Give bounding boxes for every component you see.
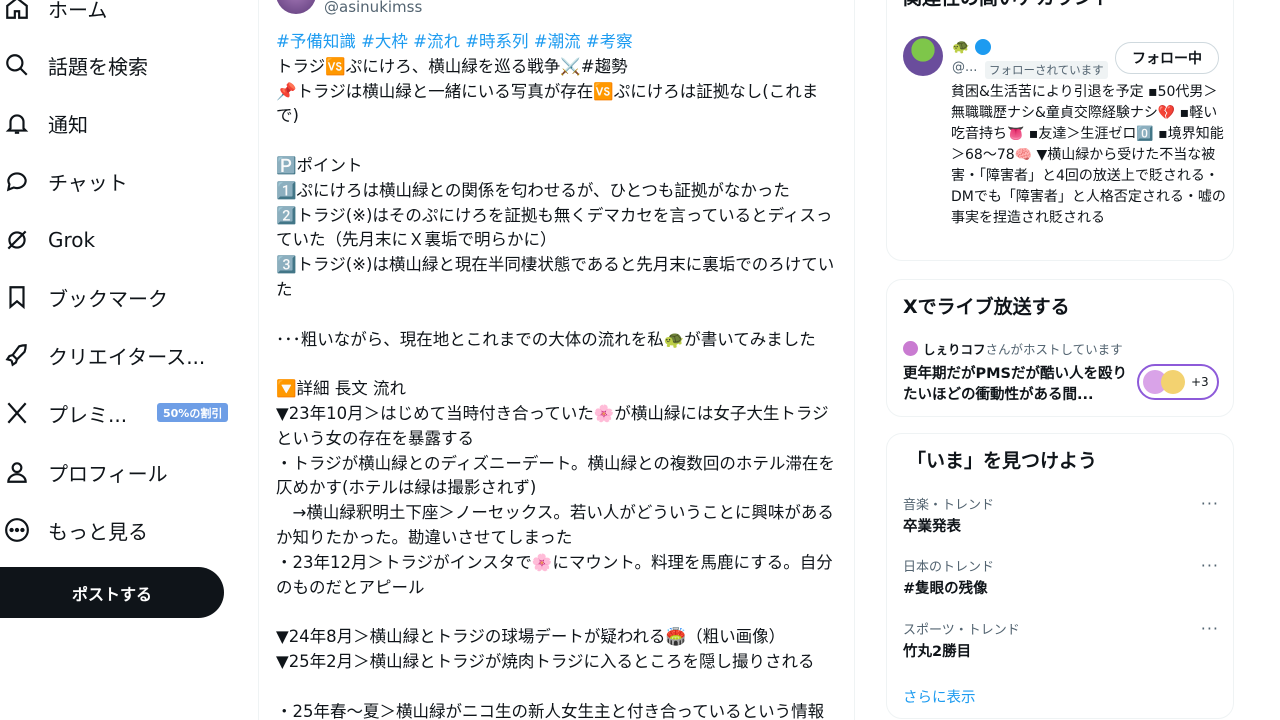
live-broadcast-title: Xでライブ放送する [903,296,1070,318]
live-space-description[interactable]: 更年期だがPMSだが酷い人を殴りたいほどの衝動性がある間... [903,364,1133,406]
home-icon [0,0,34,25]
trend-name: #隻眼の残像 [903,581,988,597]
post-line: 🅿️ポイント [276,155,363,175]
post-hashtags[interactable]: #予備知識 #大枠 #流れ #時系列 #潮流 #考察 [276,30,841,55]
nav-creator-studio-label: クリエイタース... [48,344,206,369]
nav-more-label: もっと見る [48,519,148,544]
bookmark-icon [0,280,34,314]
live-listeners-pill[interactable]: +3 [1137,364,1219,400]
x-logo-icon [0,396,34,430]
host-avatar [903,341,918,356]
related-accounts-title: 関連性の高いアカウント [903,0,1112,10]
search-icon [0,48,34,82]
show-more-link[interactable]: さらに表示 [903,686,976,707]
bell-icon [0,106,34,140]
nav-more[interactable]: もっと見る [0,506,148,554]
chat-icon [0,164,34,198]
listener-avatar [1161,370,1185,394]
premium-discount-badge: 50%の割引 [157,403,229,422]
live-broadcast-card: Xでライブ放送する しぇりコフさんがホストしています 更年期だがPMSだが酷い人… [886,279,1234,417]
post-line [276,129,841,154]
trend-category: 音楽・トレンド [903,498,995,513]
nav-grok-label: Grok [48,228,96,252]
nav-profile-label: プロフィール [48,461,168,486]
nav-premium[interactable]: プレミ... [0,389,127,437]
post-line [276,352,841,377]
post-line: ・25年春～夏＞横山緑がニコ生の新人女生主と付き合っているという情報 [276,701,825,720]
post-line: ・トラジが横山緑とのディズニーデート。横山緑との複数回のホテル滞在を仄めかす(ホ… [276,453,835,498]
follows-you-badge: フォローされています [985,61,1108,79]
post-line: 🔽詳細 長文 流れ [276,379,407,399]
post-line: トラジ🆚ぷにけろ、横山緑を巡る戦争⚔️#趨勢 [276,56,628,76]
related-account-avatar[interactable] [903,36,943,76]
post-line [276,675,841,700]
post-line [276,600,841,625]
trend-item[interactable]: スポーツ・トレンド 竹丸2勝目 ··· [903,619,1219,661]
post-line: ･･･粗いながら、現在地とこれまでの大体の流れを私🐢が書いてみました [276,329,816,349]
nav-chat-label: チャット [48,170,128,195]
post-line: ▼24年8月＞横山緑とトラジの球場デートが疑われる🏟️（粗い画像） [276,627,786,647]
post-line: ▼23年10月＞はじめて当時付き合っていた🌸が横山緑には女子大生トラジという女の… [276,403,829,448]
trend-category: スポーツ・トレンド [903,623,1020,638]
live-host-text: しぇりコフさんがホストしています [923,339,1123,358]
related-account-bio: 貧困&生活苦により引退を予定 ▪50代男＞無職職歴ナシ&童貞交際経験ナシ💔 ▪軽… [951,84,1226,226]
post-line: 1️⃣ぷにけろは横山緑との関係を匂わせるが、ひとつも証拠がなかった [276,180,790,200]
nav-explore-label: 話題を検索 [48,54,148,79]
author-avatar[interactable] [276,0,316,14]
trend-category: 日本のトレンド [903,560,995,575]
post-line: 📌トラジは横山緑と一緒にいる写真が存在🆚ぷにけろは証拠なし(これまで) [276,81,819,126]
more-options-icon[interactable]: ··· [1201,619,1219,638]
nav-home-label: ホーム [48,0,108,22]
trend-name: 竹丸2勝目 [903,644,972,660]
whats-happening-card: 「いま」を見つけよう 音楽・トレンド 卒業発表 ··· 日本のトレンド #隻眼の… [886,433,1234,719]
trend-name: 卒業発表 [903,519,961,535]
post-line: ▼25年2月＞横山緑とトラジが焼肉トラジに入るところを隠し撮りされる [276,651,815,671]
nav-creator-studio[interactable]: クリエイタース... [0,331,205,379]
related-account-handle[interactable]: @... [952,60,977,75]
verified-badge-icon [975,39,991,55]
related-accounts-card: 関連性の高いアカウント 🐢 @... フォローされています フォロー中 貧困&生… [886,0,1234,261]
more-options-icon[interactable]: ··· [1201,556,1219,575]
nav-premium-label: プレミ... [48,402,128,427]
nav-bookmarks-label: ブックマーク [48,286,168,311]
more-circle-icon [0,513,34,547]
nav-notifications-label: 通知 [48,112,88,137]
nav-profile[interactable]: プロフィール [0,448,168,496]
trend-item[interactable]: 日本のトレンド #隻眼の残像 ··· [903,556,1219,598]
post-button[interactable]: ポストする [0,567,224,618]
post-line: ・23年12月＞トラジがインスタで🌸にマウント。料理を馬鹿にする。自分のものだと… [276,552,833,597]
following-button[interactable]: フォロー中 [1115,42,1219,74]
listener-count: +3 [1191,375,1209,389]
person-icon [0,455,34,489]
nav-chat[interactable]: チャット [0,157,128,205]
turtle-icon: 🐢 [952,39,970,55]
live-host-name: しぇりコフ [923,342,986,357]
post-line: →横山緑釈明土下座＞ノーセックス。若い人がどういうことに興味があるか知りたかった… [276,503,834,547]
nav-bookmarks[interactable]: ブックマーク [0,273,168,321]
sidebar-nav: ホーム 話題を検索 通知 チャット Grok ブックマーク クリエイタース...… [0,0,258,720]
post-body: #予備知識 #大枠 #流れ #時系列 #潮流 #考察 トラジ🆚ぷにけろ、横山緑を巡… [276,30,841,720]
post-line: 3️⃣トラジ(※)は横山緑と現在半同棲状態であると先月末に裏垢でのろけていた [276,255,835,299]
grok-icon [0,223,34,257]
nav-home[interactable]: ホーム [0,0,107,32]
nav-explore[interactable]: 話題を検索 [0,41,148,89]
rocket-icon [0,338,34,372]
author-handle[interactable]: @asinukimss [324,0,422,16]
nav-grok[interactable]: Grok [0,216,95,264]
post-line: 2️⃣トラジ(※)はそのぷにけろを証拠も無くデマカセを言っているとディスっていた… [276,205,833,250]
live-host-suffix: さんがホストしています [985,342,1123,357]
whats-happening-title: 「いま」を見つけよう [907,450,1098,472]
trend-item[interactable]: 音楽・トレンド 卒業発表 ··· [903,494,1219,536]
post-line [276,303,841,328]
main-timeline: @asinukimss #予備知識 #大枠 #流れ #時系列 #潮流 #考察 トラ… [258,0,855,720]
nav-notifications[interactable]: 通知 [0,99,88,147]
more-options-icon[interactable]: ··· [1201,494,1219,513]
